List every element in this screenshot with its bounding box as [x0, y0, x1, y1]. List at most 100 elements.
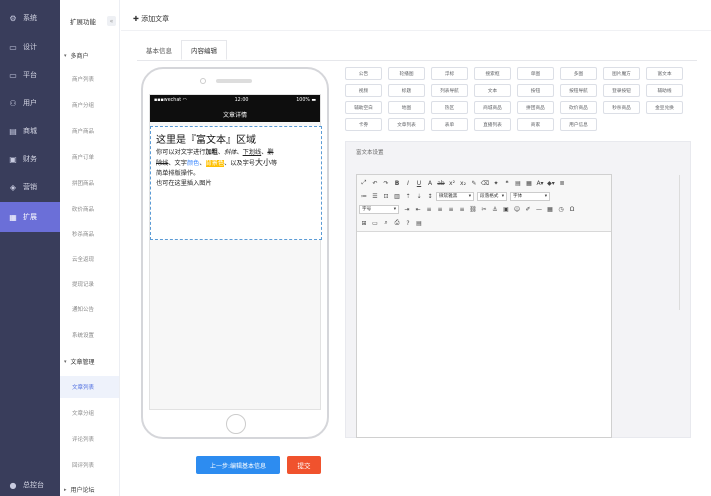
- prev-step-button[interactable]: 上一步:编辑基本信息: [196, 456, 280, 474]
- wordimage-icon[interactable]: ▭: [370, 218, 380, 228]
- align-left-icon[interactable]: ≡: [424, 204, 434, 214]
- nav-item-marketing[interactable]: ◈ 营销: [0, 172, 60, 202]
- insert-list-icon[interactable]: ≣: [557, 178, 567, 188]
- nav-item-dashboard[interactable]: ● 总控台: [0, 470, 60, 496]
- component-button[interactable]: 秒杀商品: [603, 101, 640, 114]
- horizontal-line-icon[interactable]: —: [534, 204, 544, 214]
- component-button[interactable]: 多图: [560, 67, 597, 80]
- scrollbar-track[interactable]: [679, 175, 680, 310]
- sidebar-item[interactable]: 拼团商品: [60, 172, 119, 194]
- emotion-icon[interactable]: ☺: [512, 204, 522, 214]
- font-size-select[interactable]: 字号 ▾: [359, 204, 399, 214]
- tab-content-edit[interactable]: 内容编辑: [181, 40, 227, 60]
- nav-item-finance[interactable]: ▣ 财务: [0, 144, 60, 174]
- component-button[interactable]: 轮播图: [388, 67, 425, 80]
- sidebar-item[interactable]: 秒杀商品: [60, 223, 119, 245]
- anchor-icon[interactable]: ⚓: [490, 204, 500, 214]
- editor-content-area[interactable]: [357, 233, 611, 437]
- strikethrough-icon[interactable]: ab: [436, 178, 446, 188]
- sidebar-item[interactable]: 通知公告: [60, 298, 119, 320]
- component-button[interactable]: 文章列表: [388, 118, 425, 131]
- tab-basic-info[interactable]: 基本信息: [137, 40, 181, 60]
- component-button[interactable]: 图片魔方: [603, 67, 640, 80]
- font-color-icon[interactable]: A▾: [535, 178, 545, 188]
- sidebar-item[interactable]: 提现记录: [60, 273, 119, 295]
- time-icon[interactable]: ◷: [556, 204, 566, 214]
- nav-item-platform[interactable]: ▭ 平台: [0, 60, 60, 90]
- sidebar-group-article[interactable]: ▾ 文章管理: [64, 357, 95, 367]
- sidebar-group-forum[interactable]: ▸ 用户论坛: [64, 485, 95, 495]
- undo-icon[interactable]: ↶: [370, 178, 380, 188]
- font-family-select[interactable]: 字体 ▾: [510, 191, 550, 201]
- component-button[interactable]: 按钮导航: [560, 84, 597, 97]
- component-button[interactable]: 商家: [517, 118, 554, 131]
- component-button[interactable]: 浮标: [431, 67, 468, 80]
- submit-button[interactable]: 提交: [287, 456, 321, 474]
- auto-format-icon[interactable]: ✦: [491, 178, 501, 188]
- component-button[interactable]: 列表导航: [431, 84, 468, 97]
- unordered-list-icon[interactable]: ☰: [370, 191, 380, 201]
- component-button[interactable]: 文本: [474, 84, 511, 97]
- sidebar-item[interactable]: 云全返现: [60, 248, 119, 270]
- component-button[interactable]: 辅助线: [646, 84, 683, 97]
- sidebar-item-article-list[interactable]: 文章列表: [60, 376, 119, 398]
- align-center-icon[interactable]: ≡: [435, 204, 445, 214]
- row-spacing-bottom-icon[interactable]: ⇣: [414, 191, 424, 201]
- subscript-icon[interactable]: x₂: [458, 178, 468, 188]
- nav-item-system[interactable]: ⚙ 系统: [0, 3, 60, 33]
- component-button[interactable]: 地图: [388, 101, 425, 114]
- font-border-icon[interactable]: A: [425, 178, 435, 188]
- sidebar-item[interactable]: 砍价商品: [60, 198, 119, 220]
- component-button[interactable]: 用户信息: [560, 118, 597, 131]
- redo-icon[interactable]: ↷: [381, 178, 391, 188]
- component-button[interactable]: 标题: [388, 84, 425, 97]
- nav-item-design[interactable]: ▭ 设计: [0, 32, 60, 62]
- sidebar-item[interactable]: 评论列表: [60, 428, 119, 450]
- blockquote-icon[interactable]: ❝: [502, 178, 512, 188]
- fullscreen-icon[interactable]: ⤢: [359, 178, 369, 188]
- pasteplain-icon[interactable]: ▤: [513, 178, 523, 188]
- component-button[interactable]: 视频: [345, 84, 382, 97]
- collapse-sidebar-button[interactable]: «: [107, 16, 116, 26]
- line-height-icon[interactable]: ↕: [425, 191, 435, 201]
- sidebar-item[interactable]: 商户列表: [60, 68, 119, 90]
- print-icon[interactable]: ⎙: [392, 218, 402, 228]
- sidebar-item[interactable]: 商户分组: [60, 94, 119, 116]
- align-right-icon[interactable]: ≡: [446, 204, 456, 214]
- ordered-list-icon[interactable]: ≔: [359, 191, 369, 201]
- sidebar-item[interactable]: 商户订单: [60, 146, 119, 168]
- nav-item-store[interactable]: ▤ 商城: [0, 116, 60, 146]
- align-justify-icon[interactable]: ≡: [457, 204, 467, 214]
- help-icon[interactable]: ?: [403, 218, 413, 228]
- component-button[interactable]: 公告: [345, 67, 382, 80]
- sidebar-item[interactable]: 商户商品: [60, 120, 119, 142]
- indent-icon[interactable]: ⇤: [413, 204, 423, 214]
- nav-item-users[interactable]: ⚇ 用户: [0, 88, 60, 118]
- map-icon[interactable]: ⊞: [359, 218, 369, 228]
- cleardoc-icon[interactable]: ▥: [392, 191, 402, 201]
- link-icon[interactable]: ⛓: [468, 204, 478, 214]
- component-button[interactable]: 辅助空白: [345, 101, 382, 114]
- sidebar-item[interactable]: 回评列表: [60, 454, 119, 476]
- sidebar-group-multi-merchant[interactable]: ▾ 多商户: [64, 51, 89, 61]
- rich-text-preview[interactable]: 这里是『富文本』区域 你可以对文字进行加粗、斜体、下划线、删 除线、文字颜色、背…: [150, 126, 322, 240]
- format-match-icon[interactable]: ✎: [469, 178, 479, 188]
- paragraph-select[interactable]: 段落格式 ▾: [477, 191, 507, 201]
- date-icon[interactable]: ▦: [545, 204, 555, 214]
- component-button[interactable]: 按钮: [517, 84, 554, 97]
- component-button[interactable]: 商城商品: [474, 101, 511, 114]
- search-replace-icon[interactable]: ⌕: [381, 218, 391, 228]
- custom-title-select[interactable]: 微软雅黑 ▾: [436, 191, 474, 201]
- direction-ltr-icon[interactable]: ⇥: [402, 204, 412, 214]
- underline-icon[interactable]: U: [414, 178, 424, 188]
- scrawl-icon[interactable]: ✐: [523, 204, 533, 214]
- component-button[interactable]: 卡券: [345, 118, 382, 131]
- image-icon[interactable]: ▣: [501, 204, 511, 214]
- back-color-icon[interactable]: ◆▾: [546, 178, 556, 188]
- component-button[interactable]: 砍价商品: [560, 101, 597, 114]
- component-button[interactable]: 拼团商品: [517, 101, 554, 114]
- italic-icon[interactable]: I: [403, 178, 413, 188]
- row-spacing-top-icon[interactable]: ⇡: [403, 191, 413, 201]
- sidebar-item[interactable]: 文章分组: [60, 402, 119, 424]
- sidebar-item[interactable]: 系统设置: [60, 324, 119, 346]
